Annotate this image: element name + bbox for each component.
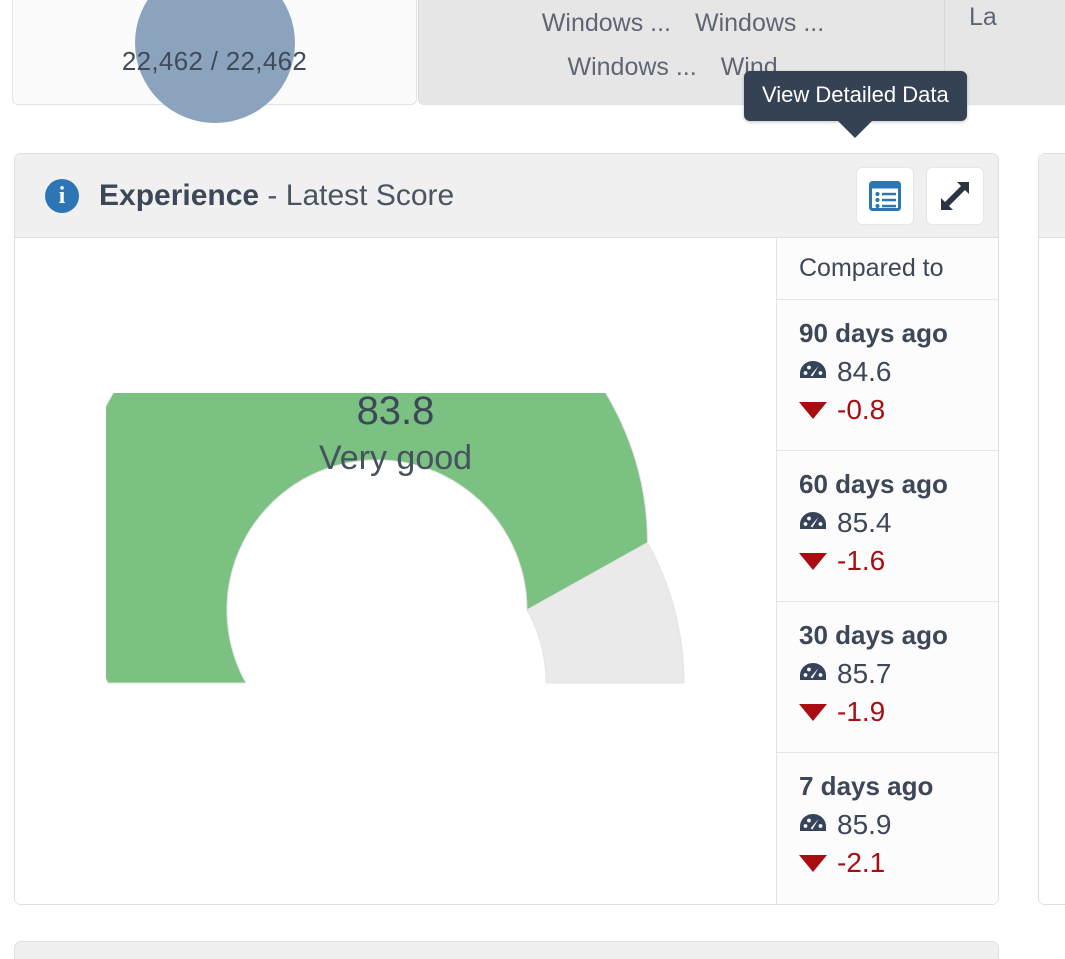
gauge-svg — [70, 254, 685, 684]
compared-to-score: 85.9 — [799, 809, 998, 841]
adjacent-card-header — [1039, 154, 1065, 238]
compared-to-rows: 90 days ago 84.6 -0.8 60 days ago 85.4 -1.6 30… — [777, 300, 998, 904]
compared-to-period: 7 days ago — [799, 771, 934, 801]
os-label: Windows ... — [695, 9, 825, 37]
compared-to-delta: -1.6 — [799, 545, 998, 577]
os-label: Windows ... — [567, 53, 697, 81]
triangle-down-icon — [799, 703, 827, 721]
os-label: Windows ... — [541, 9, 671, 37]
adjacent-card[interactable] — [1038, 153, 1065, 905]
next-card-below[interactable] — [14, 941, 999, 959]
compared-to-delta-value: -0.8 — [837, 394, 886, 425]
compared-to-row: 90 days ago 84.6 -0.8 — [777, 300, 998, 451]
compared-to-row: 30 days ago 85.7 -1.9 — [777, 602, 998, 753]
compared-to-panel: Compared to 90 days ago 84.6 -0.8 60 days a… — [776, 238, 998, 904]
compared-to-delta-value: -2.1 — [837, 847, 886, 878]
pie-widget-card[interactable]: 22,462 / 22,462 — [12, 0, 417, 123]
compared-to-score-value: 84.6 — [837, 356, 892, 387]
tooltip-text: View Detailed Data — [762, 82, 949, 107]
gauge-icon — [800, 360, 826, 378]
compared-to-delta: -2.1 — [799, 847, 998, 879]
gauge-pane: 83.8 Very good — [15, 238, 776, 904]
compared-to-score-value: 85.4 — [837, 507, 892, 538]
compared-to-row: 7 days ago 85.9 -2.1 — [777, 753, 998, 904]
expand-arrows-icon — [941, 181, 969, 210]
tooltip: View Detailed Data — [744, 71, 967, 121]
compared-to-score-value: 85.9 — [837, 809, 892, 840]
info-icon[interactable]: i — [45, 178, 79, 213]
compared-to-header: Compared to — [777, 238, 998, 300]
card-header-actions — [856, 166, 984, 225]
compared-to-row: 60 days ago 85.4 -1.6 — [777, 451, 998, 602]
gauge-icon — [800, 813, 826, 831]
dashboard-root: 22,462 / 22,462 Windows ... Windows ... W… — [0, 0, 1065, 959]
page-title: Experience - Latest Score — [99, 179, 454, 213]
compared-to-score: 84.6 — [799, 356, 998, 388]
card-title-bold: Experience — [99, 178, 260, 212]
compared-to-score: 85.7 — [799, 658, 998, 690]
compared-to-period: 90 days ago — [799, 318, 948, 348]
compared-to-delta-value: -1.9 — [837, 696, 886, 727]
table-list-icon — [869, 180, 901, 211]
triangle-down-icon — [799, 401, 827, 419]
experience-latest-score-card: i Experience - Latest Score 83.8 Very go… — [14, 153, 999, 905]
compared-to-period: 60 days ago — [799, 469, 948, 499]
gauge-icon — [800, 511, 826, 529]
half-donut-gauge — [70, 254, 686, 693]
expand-button[interactable] — [926, 166, 984, 225]
compared-to-delta: -1.9 — [799, 696, 998, 728]
view-detailed-data-button[interactable] — [856, 166, 914, 225]
card-body: 83.8 Very good Compared to 90 days ago 84… — [15, 238, 998, 904]
compared-to-score: 85.4 — [799, 507, 998, 539]
compared-to-delta: -0.8 — [799, 394, 998, 426]
compared-to-score-value: 85.7 — [837, 658, 892, 689]
gauge-icon — [800, 662, 826, 680]
compared-to-delta-value: -1.6 — [837, 545, 886, 576]
triangle-down-icon — [799, 552, 827, 570]
pie-ratio-label: 22,462 / 22,462 — [121, 46, 308, 76]
card-title-rest: - Latest Score — [259, 178, 455, 212]
card-header: i Experience - Latest Score — [15, 154, 998, 238]
compared-to-period: 30 days ago — [799, 620, 948, 650]
triangle-down-icon — [799, 854, 827, 872]
latest-widget-label: La — [969, 3, 997, 31]
